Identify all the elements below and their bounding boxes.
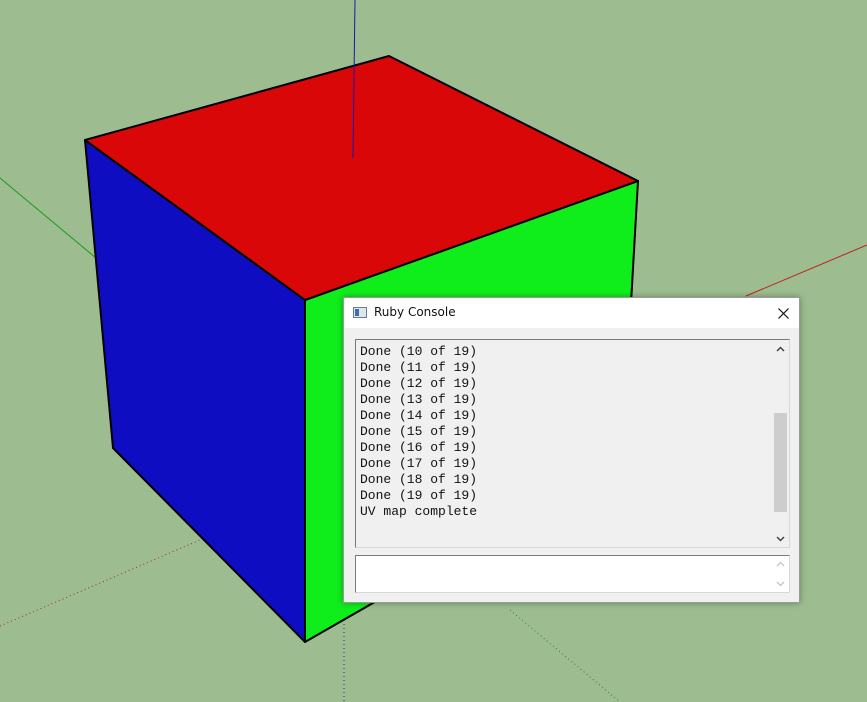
scroll-track[interactable] <box>774 357 787 530</box>
output-line: Done (14 of 19) <box>360 408 478 423</box>
console-input[interactable] <box>358 558 768 590</box>
red-axis-dotted <box>0 539 201 627</box>
output-line: UV map complete <box>360 504 478 519</box>
output-lines: Done (10 of 19) Done (11 of 19) Done (12 o… <box>360 344 477 520</box>
input-scrollbar[interactable] <box>772 556 789 592</box>
console-output[interactable]: Done (10 of 19) Done (11 of 19) Done (12 o… <box>355 339 790 548</box>
output-line: Done (19 of 19) <box>360 488 478 503</box>
green-axis-dotted <box>509 609 621 702</box>
output-line: Done (15 of 19) <box>360 424 478 439</box>
output-line: Done (10 of 19) <box>360 344 478 359</box>
console-input-box[interactable] <box>355 555 790 593</box>
red-axis-solid <box>745 244 867 297</box>
output-line: Done (13 of 19) <box>360 392 478 407</box>
output-line: Done (11 of 19) <box>360 360 478 375</box>
title-bar[interactable]: Ruby Console <box>344 298 799 328</box>
ruby-console-window[interactable]: Ruby Console Done (10 of 19) Done (11 of … <box>343 297 800 603</box>
chevron-up-icon <box>776 345 785 352</box>
chevron-down-icon <box>776 535 785 542</box>
close-button[interactable] <box>767 298 799 328</box>
scroll-thumb[interactable] <box>774 413 787 512</box>
output-line: Done (18 of 19) <box>360 472 478 487</box>
output-line: Done (17 of 19) <box>360 456 478 471</box>
scroll-up-button[interactable] <box>772 340 789 357</box>
ruby-console-window-icon <box>353 307 367 318</box>
output-line: Done (16 of 19) <box>360 440 478 455</box>
chevron-up-icon <box>776 561 785 587</box>
output-line: Done (12 of 19) <box>360 376 478 391</box>
scroll-down-button[interactable] <box>772 530 789 547</box>
close-x-icon <box>777 307 789 319</box>
green-axis-solid <box>0 177 97 259</box>
output-scrollbar[interactable] <box>772 340 789 547</box>
window-title: Ruby Console <box>374 305 456 319</box>
